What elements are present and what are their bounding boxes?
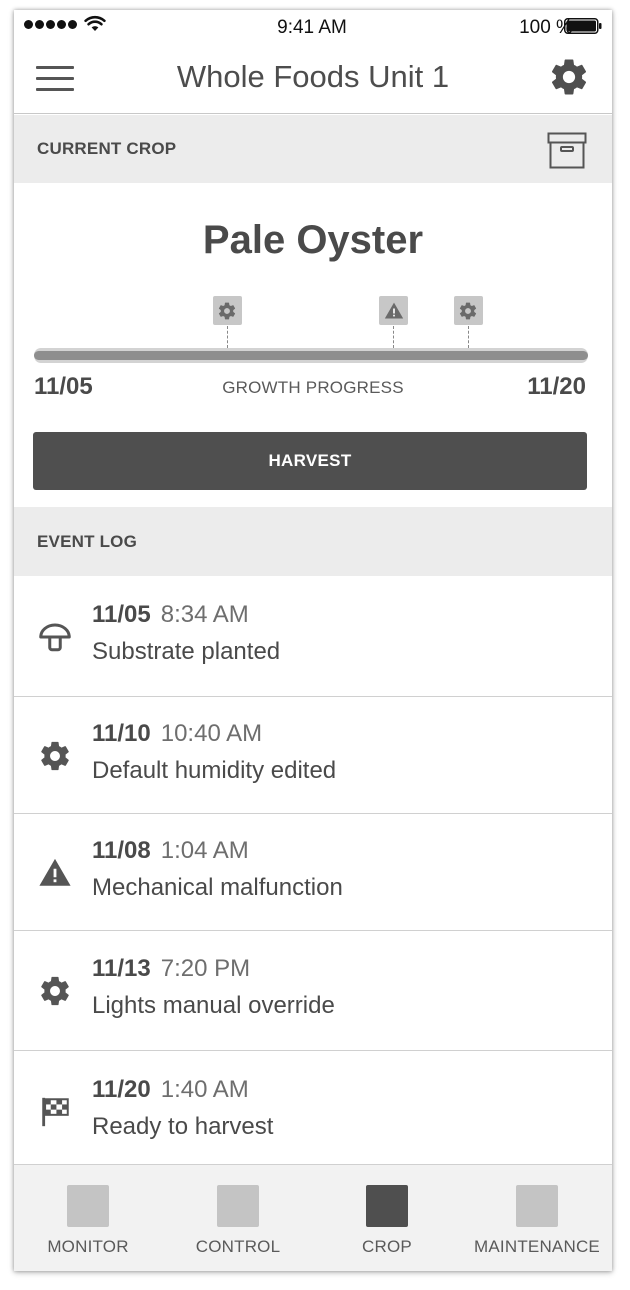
tab-label: CROP: [362, 1237, 412, 1256]
progress-track: [34, 348, 588, 363]
nav-bar: Whole Foods Unit 1: [14, 56, 612, 114]
gear-icon: [453, 296, 483, 325]
tab-control[interactable]: CONTROL: [163, 1165, 313, 1271]
event-log-label: EVENT LOG: [37, 532, 138, 551]
current-crop-label: CURRENT CROP: [37, 139, 177, 158]
settings-gear-icon[interactable]: [548, 56, 590, 98]
event-date-value: 11/20: [92, 1075, 151, 1103]
tab-label: CONTROL: [195, 1237, 281, 1256]
tab-placeholder-icon: [67, 1185, 109, 1227]
growth-progress-bar: [34, 296, 588, 376]
tab-placeholder-icon: [217, 1185, 259, 1227]
progress-marker-gear-icon[interactable]: [212, 296, 243, 348]
gear-icon: [212, 296, 242, 325]
warning-icon: [37, 855, 73, 891]
event-description: Substrate planted: [92, 637, 281, 665]
event-time: 1:40 AM: [160, 1075, 249, 1103]
page-title: Whole Foods Unit 1: [176, 59, 450, 94]
marker-stem: [226, 326, 228, 348]
event-log-item[interactable]: 11/13 7:20 PM Lights manual override: [14, 931, 612, 1051]
phone-screen: 9:41 AM 100 % Whole Foods Unit 1 CURRENT…: [14, 10, 612, 1271]
status-bar: 9:41 AM 100 %: [14, 10, 612, 56]
event-time: 7:20 PM: [160, 955, 251, 982]
event-log-item[interactable]: 11/10 10:40 AM Default humidity edited: [14, 697, 612, 814]
event-time: 10:40 AM: [160, 719, 263, 747]
event-log-item[interactable]: 11/20 1:40 AM Ready to harvest: [14, 1051, 612, 1172]
event-date-value: 11/08: [92, 836, 151, 864]
event-date: 11/05 8:34 AM: [92, 601, 249, 629]
battery-icon: [564, 18, 602, 34]
wifi-icon: [84, 15, 106, 31]
event-date-value: 11/05: [92, 600, 151, 628]
event-description: Lights manual override: [92, 992, 335, 1019]
event-description: Default humidity edited: [92, 756, 337, 784]
tab-maintenance[interactable]: MAINTENANCE: [462, 1165, 612, 1271]
tab-bar: MONITOR CONTROL CROP MAINTENANCE: [14, 1164, 612, 1271]
event-log-item[interactable]: 11/08 1:04 AM Mechanical malfunction: [14, 814, 612, 931]
event-date-value: 11/13: [92, 955, 151, 982]
event-log-item[interactable]: 11/05 8:34 AM Substrate planted: [14, 576, 612, 697]
event-date: 11/10 10:40 AM: [92, 720, 262, 748]
crop-start-date: 11/05: [34, 373, 93, 400]
current-crop-header: CURRENT CROP: [14, 115, 612, 183]
event-date-value: 11/10: [92, 719, 151, 747]
mushroom-icon: [37, 619, 73, 655]
tab-placeholder-icon: [516, 1185, 558, 1227]
tab-label: MONITOR: [47, 1237, 129, 1256]
harvest-button[interactable]: HARVEST: [33, 432, 587, 490]
progress-fill: [34, 351, 588, 360]
gear-icon: [37, 738, 73, 774]
gear-icon: [37, 973, 73, 1009]
tab-crop[interactable]: CROP: [312, 1165, 462, 1271]
progress-marker-warning-icon[interactable]: [379, 296, 409, 348]
marker-stem: [393, 326, 395, 348]
event-time: 8:34 AM: [160, 600, 249, 628]
tab-placeholder-icon: [366, 1185, 408, 1227]
event-description: Mechanical malfunction: [92, 873, 343, 901]
crop-end-date: 11/20: [527, 373, 586, 400]
tab-monitor[interactable]: MONITOR: [14, 1165, 163, 1271]
event-date: 11/13 7:20 PM: [92, 955, 250, 983]
event-list: 11/05 8:34 AM Substrate planted 11/10 10:40 …: [14, 576, 612, 1172]
crop-name: Pale Oyster: [202, 218, 424, 262]
status-time: 9:41 AM: [277, 17, 347, 38]
hamburger-menu-icon[interactable]: [36, 62, 76, 96]
event-log-header: EVENT LOG: [14, 507, 612, 576]
event-date: 11/20 1:40 AM: [92, 1076, 249, 1104]
progress-marker-gear-icon[interactable]: [453, 296, 484, 348]
event-description: Ready to harvest: [92, 1112, 274, 1140]
archive-box-icon[interactable]: [547, 132, 587, 170]
event-time: 1:04 AM: [160, 836, 249, 864]
warning-icon: [379, 296, 409, 325]
checkered-flag-icon: [37, 1094, 73, 1130]
event-date: 11/08 1:04 AM: [92, 837, 249, 865]
growth-progress-label: GROWTH PROGRESS: [222, 378, 404, 397]
marker-stem: [467, 326, 469, 348]
tab-label: MAINTENANCE: [474, 1237, 600, 1256]
signal-strength-icon: [24, 20, 77, 29]
